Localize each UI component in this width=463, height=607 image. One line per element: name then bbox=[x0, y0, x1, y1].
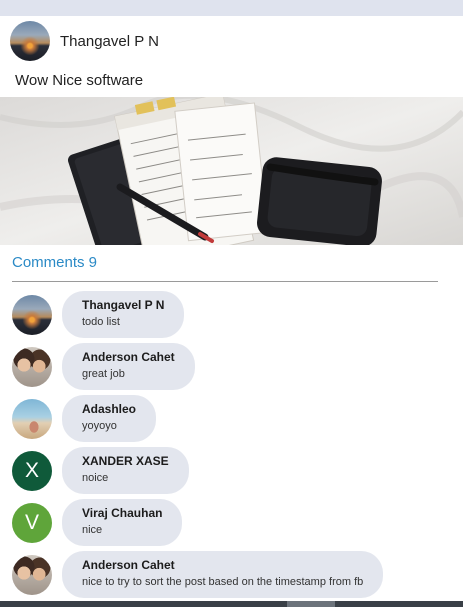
post-text: Wow Nice software bbox=[15, 72, 144, 89]
comment-author[interactable]: Anderson Cahet bbox=[82, 349, 175, 365]
avatar[interactable] bbox=[12, 294, 52, 335]
comment-text: todo list bbox=[82, 316, 120, 328]
comment-author[interactable]: Anderson Cahet bbox=[82, 557, 363, 573]
scrollbar-thumb[interactable] bbox=[287, 601, 335, 607]
comment-bubble: Thangavel P N todo list bbox=[62, 291, 185, 338]
post-image[interactable] bbox=[0, 97, 463, 245]
avatar[interactable] bbox=[10, 21, 50, 61]
comment-item: X XANDER XASE noice bbox=[12, 447, 189, 494]
comment-author[interactable]: XANDER XASE bbox=[82, 453, 169, 469]
comment-bubble: Anderson Cahet great job bbox=[62, 343, 195, 390]
avatar[interactable]: X bbox=[12, 450, 52, 491]
comment-item: V Viraj Chauhan nice bbox=[12, 499, 183, 546]
comment-text: nice to try to sort the post based on th… bbox=[82, 576, 364, 588]
comment-text: noice bbox=[82, 472, 109, 484]
comment-author[interactable]: Thangavel P N bbox=[82, 297, 164, 313]
divider bbox=[12, 281, 438, 282]
avatar[interactable] bbox=[12, 554, 52, 595]
comment-author[interactable]: Adashleo bbox=[82, 401, 136, 417]
comment-author[interactable]: Viraj Chauhan bbox=[82, 505, 162, 521]
post-author-name[interactable]: Thangavel P N bbox=[60, 33, 159, 50]
comment-text: nice bbox=[82, 524, 103, 536]
comment-text: great job bbox=[82, 368, 125, 380]
comments-count[interactable]: Comments 9 bbox=[12, 254, 97, 271]
comment-text: yoyoyo bbox=[82, 420, 117, 432]
comment-item: Anderson Cahet nice to try to sort the p… bbox=[12, 551, 384, 598]
comment-bubble: Anderson Cahet nice to try to sort the p… bbox=[62, 551, 384, 598]
comment-item: Adashleo yoyoyo bbox=[12, 395, 157, 442]
comment-bubble: Adashleo yoyoyo bbox=[62, 395, 157, 442]
comment-item: Thangavel P N todo list bbox=[12, 291, 185, 338]
horizontal-scrollbar[interactable] bbox=[0, 601, 463, 607]
post-header: Thangavel P N bbox=[10, 20, 159, 62]
notebook-planner-photo-icon bbox=[0, 97, 463, 245]
avatar[interactable]: V bbox=[12, 502, 52, 543]
comment-bubble: XANDER XASE noice bbox=[62, 447, 189, 494]
comment-bubble: Viraj Chauhan nice bbox=[62, 499, 183, 546]
avatar[interactable] bbox=[12, 346, 52, 387]
comment-item: Anderson Cahet great job bbox=[12, 343, 195, 390]
avatar[interactable] bbox=[12, 398, 52, 439]
top-bar bbox=[0, 0, 463, 16]
